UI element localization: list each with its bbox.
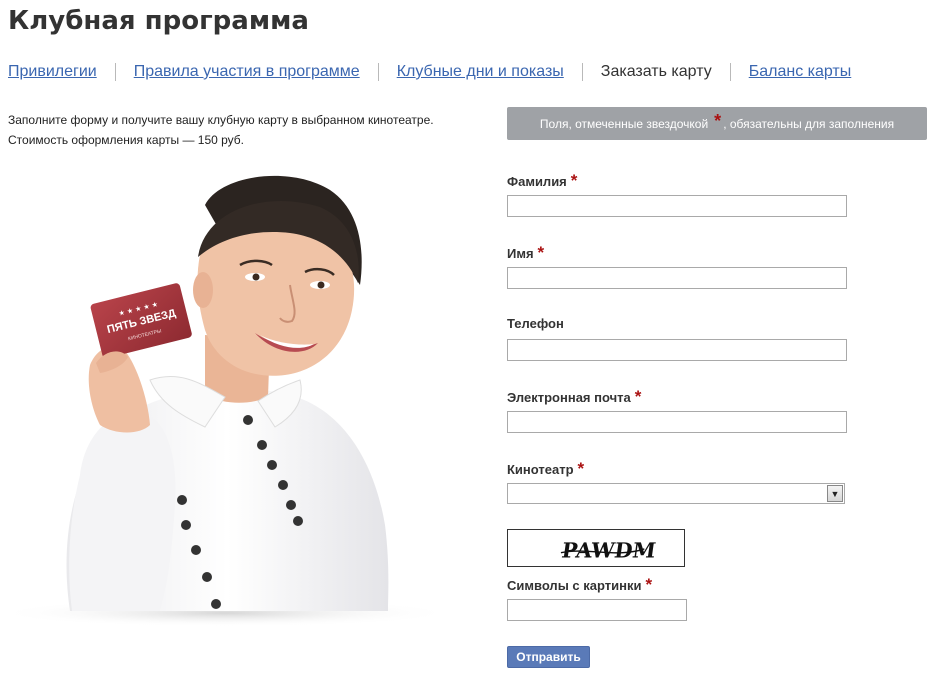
tab-card-balance[interactable]: Баланс карты xyxy=(749,63,852,81)
tab-divider xyxy=(581,63,583,81)
tab-rules[interactable]: Правила участия в программе xyxy=(134,63,360,81)
required-fields-notice: Поля, отмеченные звездочкой * , обязател… xyxy=(507,107,927,140)
email-label: Электронная почта * xyxy=(507,387,641,407)
captcha-input[interactable] xyxy=(507,599,687,621)
cinema-label: Кинотеатр * xyxy=(507,459,584,479)
intro-price-line: Стоимость оформления карты — 150 руб. xyxy=(8,133,245,147)
required-asterisk: * xyxy=(570,171,578,190)
tab-club-days[interactable]: Клубные дни и показы xyxy=(397,63,564,81)
tab-divider xyxy=(729,63,731,81)
name-label-text: Имя xyxy=(507,246,534,261)
intro-line: Заполните форму и получите вашу клубную … xyxy=(8,113,434,127)
email-input[interactable] xyxy=(507,411,847,433)
captcha-image: PAWDM xyxy=(507,529,685,567)
page-title: Клубная программа xyxy=(8,6,309,36)
phone-input[interactable] xyxy=(507,339,847,361)
required-asterisk: * xyxy=(634,387,642,406)
cinema-label-text: Кинотеатр xyxy=(507,462,574,477)
required-asterisk: * xyxy=(537,243,545,262)
tab-privileges[interactable]: Привилегии xyxy=(8,63,97,81)
intro-text: Заполните форму и получите вашу клубную … xyxy=(8,110,434,150)
chevron-down-icon[interactable]: ▼ xyxy=(827,485,843,502)
phone-label-text: Телефон xyxy=(507,316,564,331)
captcha-label-text: Символы с картинки xyxy=(507,578,642,593)
phone-label: Телефон xyxy=(507,316,564,331)
email-label-text: Электронная почта xyxy=(507,390,631,405)
tab-divider xyxy=(114,63,116,81)
notice-text: Поля, отмеченные звездочкой xyxy=(539,116,709,131)
promo-photo: ПЯТЬ ЗВЕЗД КИНОТЕАТРЫ ★ ★ ★ ★ ★ xyxy=(0,175,455,627)
surname-label: Фамилия * xyxy=(507,171,577,191)
name-input[interactable] xyxy=(507,267,847,289)
surname-input[interactable] xyxy=(507,195,847,217)
captcha-label: Символы с картинки * xyxy=(507,575,652,595)
required-asterisk: * xyxy=(645,575,653,594)
required-asterisk: * xyxy=(714,111,722,131)
name-label: Имя * xyxy=(507,243,544,263)
tabs-nav: Привилегии Правила участия в программе К… xyxy=(8,62,851,82)
surname-label-text: Фамилия xyxy=(507,174,567,189)
submit-button[interactable]: Отправить xyxy=(507,646,590,668)
required-asterisk: * xyxy=(577,459,585,478)
notice-text-end: , обязательны для заполнения xyxy=(723,116,895,131)
tab-divider xyxy=(377,63,379,81)
tab-order-card: Заказать карту xyxy=(600,63,712,80)
cinema-select[interactable]: ▼ xyxy=(507,483,845,504)
